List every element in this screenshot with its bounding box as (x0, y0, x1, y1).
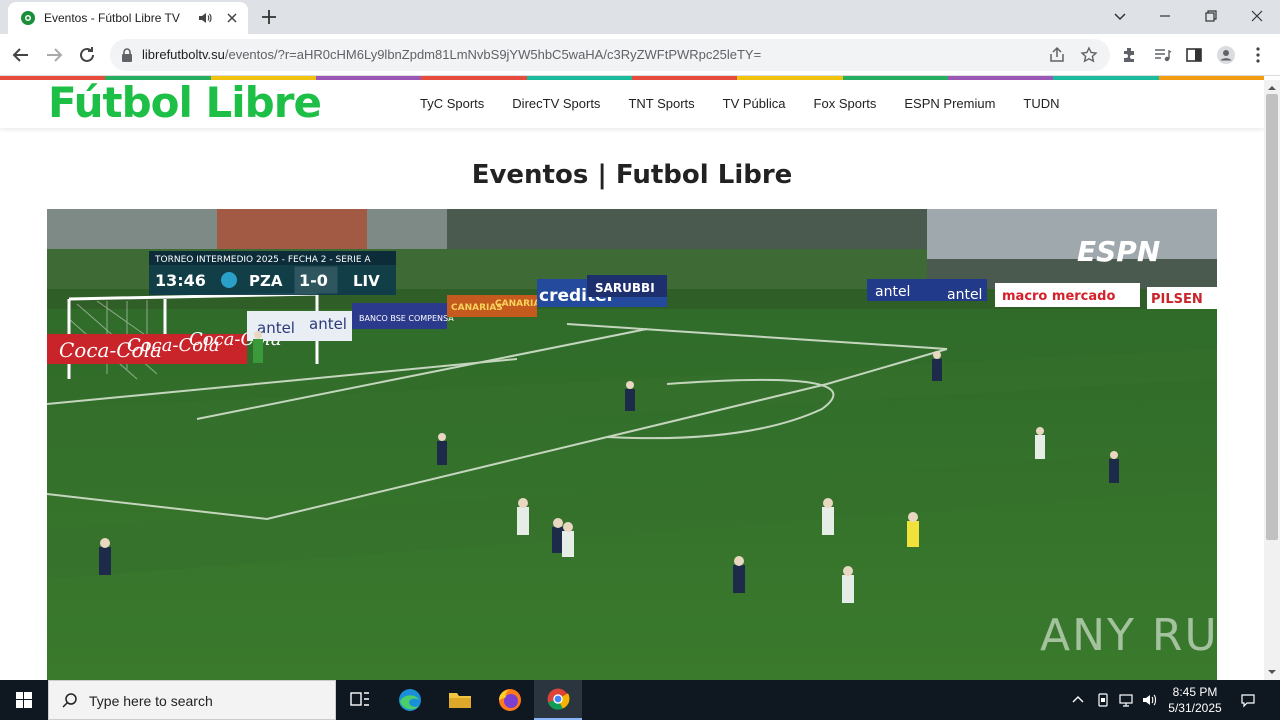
windows-taskbar: Type here to search 8:45 PM 5/31/2025 (0, 680, 1280, 720)
profile-avatar-icon[interactable] (1216, 45, 1236, 65)
edge-icon[interactable] (386, 680, 434, 720)
scoreboard-away: LIV (353, 272, 380, 290)
tab-title: Eventos - Fútbol Libre TV (44, 11, 180, 25)
ad-antel-3: antel (875, 284, 910, 300)
url-text: librefutboltv.su/eventos/?r=aHR0cHM6Ly9l… (142, 47, 761, 62)
lock-icon[interactable] (120, 47, 134, 63)
network-icon[interactable] (1118, 692, 1134, 708)
volume-icon[interactable] (1141, 692, 1157, 708)
scroll-thumb[interactable] (1266, 94, 1278, 540)
nav-link-tudn[interactable]: TUDN (1023, 96, 1059, 111)
address-bar[interactable]: librefutboltv.su/eventos/?r=aHR0cHM6Ly9l… (110, 39, 1110, 71)
back-icon[interactable] (10, 44, 32, 66)
scoreboard-home: PZA (249, 272, 283, 290)
ad-antel-1: antel (257, 319, 295, 337)
side-panel-icon[interactable] (1184, 45, 1204, 65)
tray-chevron-up-icon[interactable] (1070, 692, 1086, 708)
clock-time: 8:45 PM (1172, 685, 1218, 699)
page-scrollbar[interactable] (1264, 80, 1280, 680)
forward-icon[interactable] (43, 44, 65, 66)
scroll-down-icon[interactable] (1268, 668, 1276, 676)
ad-pilsen: PILSEN (1151, 292, 1203, 307)
ad-macro-mercado: macro mercado (1002, 289, 1115, 304)
site-header: Fútbol Libre TyC Sports DirecTV Sports T… (0, 78, 1264, 128)
browser-tab-bar: Eventos - Fútbol Libre TV (0, 0, 1280, 34)
ad-antel-2: antel (309, 315, 347, 333)
share-icon[interactable] (1048, 46, 1066, 64)
anyrun-watermark: ANY RUN (1040, 610, 1254, 661)
nav-link-tyc-sports[interactable]: TyC Sports (420, 96, 484, 111)
reload-icon[interactable] (76, 44, 98, 66)
chrome-icon[interactable] (534, 680, 582, 720)
screen: Eventos - Fútbol Libre TV librefutboltv.… (0, 0, 1280, 720)
ad-sarubbi: SARUBBI (595, 281, 655, 295)
scoreboard-score: 1-0 (299, 271, 328, 290)
clock-date: 5/31/2025 (1168, 701, 1222, 715)
media-control-icon[interactable] (1152, 45, 1172, 65)
windows-start-icon[interactable] (0, 680, 48, 720)
nav-link-tnt-sports[interactable]: TNT Sports (628, 96, 694, 111)
close-window-icon[interactable] (1247, 6, 1267, 26)
new-tab-icon[interactable] (260, 8, 278, 26)
speaker-icon[interactable] (198, 11, 212, 25)
minimize-icon[interactable] (1155, 6, 1175, 26)
task-view-icon[interactable] (336, 680, 384, 720)
ad-banco-bse: BANCO BSE COMPENSA (359, 314, 454, 323)
extensions-icon[interactable] (1120, 45, 1140, 65)
taskbar-search[interactable]: Type here to search (48, 680, 336, 720)
nav-link-espn-premium[interactable]: ESPN Premium (904, 96, 995, 111)
search-icon (62, 693, 77, 708)
menu-kebab-icon[interactable] (1248, 45, 1268, 65)
nav-link-tv-publica[interactable]: TV Pública (723, 96, 786, 111)
page-title: Eventos | Futbol Libre (471, 160, 793, 190)
ad-antel-4: antel (947, 287, 982, 303)
scoreboard-clock: 13:46 (155, 271, 206, 290)
device-icon[interactable] (1095, 692, 1111, 708)
nav-link-directv-sports[interactable]: DirecTV Sports (512, 96, 600, 111)
main-nav: TyC Sports DirecTV Sports TNT Sports TV … (420, 96, 1088, 111)
taskbar-clock[interactable]: 8:45 PM 5/31/2025 (1160, 684, 1230, 716)
notifications-icon[interactable] (1240, 692, 1256, 708)
restore-icon[interactable] (1201, 6, 1221, 26)
browser-tab[interactable]: Eventos - Fútbol Libre TV (8, 2, 248, 34)
browser-toolbar: librefutboltv.su/eventos/?r=aHR0cHM6Ly9l… (0, 34, 1280, 76)
search-placeholder: Type here to search (89, 693, 213, 709)
firefox-icon[interactable] (486, 680, 534, 720)
url-path: /eventos/?r=aHR0cHM6Ly9lbnZpdm81LmNvbS9j… (224, 47, 762, 62)
nav-link-fox-sports[interactable]: Fox Sports (814, 96, 877, 111)
soccer-ball-icon (21, 11, 35, 25)
site-logo[interactable]: Fútbol Libre (48, 78, 322, 127)
chevron-down-icon[interactable] (1110, 6, 1130, 26)
bookmark-star-icon[interactable] (1080, 46, 1098, 64)
scroll-up-icon[interactable] (1268, 84, 1276, 92)
close-tab-icon[interactable] (224, 10, 240, 26)
scoreboard-competition: TORNEO INTERMEDIO 2025 - FECHA 2 - SERIE… (154, 255, 371, 265)
url-host: librefutboltv.su (142, 47, 225, 62)
scoreboard: TORNEO INTERMEDIO 2025 - FECHA 2 - SERIE… (149, 251, 396, 295)
file-explorer-icon[interactable] (436, 680, 484, 720)
broadcaster-logo: ESPN (1077, 235, 1160, 268)
